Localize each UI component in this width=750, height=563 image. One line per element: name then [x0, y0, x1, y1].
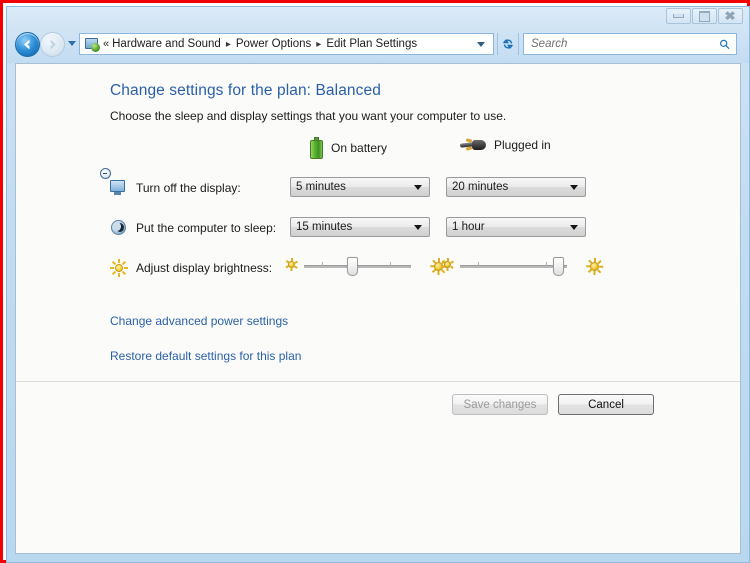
forward-arrow-icon: [50, 39, 56, 50]
maximize-icon: [699, 10, 710, 22]
computer-icon: [84, 36, 100, 52]
battery-icon: [310, 137, 323, 159]
setting-label-brightness: Adjust display brightness:: [136, 261, 273, 275]
chevron-down-icon: [414, 184, 422, 190]
close-button[interactable]: ✖: [718, 8, 743, 24]
screenshot-frame: ✖ « Hardware and Sound ▸ Power Options ▸…: [0, 0, 750, 563]
chevron-down-icon: [414, 224, 422, 230]
content-pane: Change settings for the plan: Balanced C…: [15, 63, 741, 554]
dropdown-turn-off-display-on-battery[interactable]: 5 minutes: [290, 177, 430, 197]
cancel-button[interactable]: Cancel: [558, 394, 654, 415]
explorer-window: ✖ « Hardware and Sound ▸ Power Options ▸…: [6, 6, 750, 563]
dropdown-turn-off-display-plugged-in[interactable]: 20 minutes: [446, 177, 586, 197]
dropdown-value: 5 minutes: [296, 181, 346, 193]
link-change-advanced-power-settings[interactable]: Change advanced power settings: [110, 314, 301, 328]
save-changes-button[interactable]: Save changes: [452, 394, 548, 415]
setting-label-turn-off-display: Turn off the display:: [136, 181, 241, 195]
setting-label-computer-sleep: Put the computer to sleep:: [136, 221, 277, 235]
column-header-on-battery: On battery: [310, 137, 387, 159]
back-button[interactable]: [15, 32, 40, 57]
column-header-plugged-in: Plugged in: [459, 137, 551, 153]
slider-tick: [390, 262, 391, 266]
breadcrumb-separator-icon[interactable]: ▸: [226, 39, 231, 50]
breadcrumb-item-edit-plan-settings[interactable]: Edit Plan Settings: [325, 37, 418, 51]
address-bar: « Hardware and Sound ▸ Power Options ▸ E…: [7, 29, 749, 61]
minimize-icon: [673, 14, 684, 18]
window-controls: ✖: [666, 8, 743, 24]
history-dropdown-icon[interactable]: [68, 41, 76, 46]
chevron-down-icon: [570, 184, 578, 190]
dropdown-value: 1 hour: [452, 221, 485, 233]
breadcrumb-item-power-options[interactable]: Power Options: [235, 37, 312, 51]
page-title: Change settings for the plan: Balanced: [110, 82, 381, 99]
chevron-down-icon[interactable]: [477, 41, 485, 47]
breadcrumb-item-hardware-and-sound[interactable]: Hardware and Sound: [111, 37, 222, 51]
refresh-button[interactable]: [497, 33, 519, 55]
setting-row-turn-off-display: Turn off the display: 5 minutes 20 minut…: [100, 168, 600, 212]
breadcrumb: « Hardware and Sound ▸ Power Options ▸ E…: [103, 37, 418, 51]
search-input[interactable]: Search: [528, 38, 567, 50]
settings-rows: Turn off the display: 5 minutes 20 minut…: [100, 168, 604, 292]
footer-buttons: Save changes Cancel: [452, 394, 654, 415]
close-icon: ✖: [724, 9, 737, 23]
slider-thumb[interactable]: [346, 257, 358, 276]
setting-row-computer-sleep: Put the computer to sleep: 15 minutes 1 …: [110, 212, 600, 252]
brightness-slider-on-battery[interactable]: [285, 254, 448, 280]
back-arrow-icon: [24, 39, 30, 50]
search-box[interactable]: Search ⚲: [523, 33, 737, 55]
slider-tick: [546, 262, 547, 266]
dropdown-value: 15 minutes: [296, 221, 353, 233]
refresh-icon: [503, 39, 513, 49]
page-subtitle: Choose the sleep and display settings th…: [110, 109, 507, 123]
column-header-plugged-in-label: Plugged in: [494, 138, 551, 152]
search-icon[interactable]: ⚲: [717, 34, 736, 53]
title-bar: ✖: [7, 7, 749, 29]
link-restore-default-settings[interactable]: Restore default settings for this plan: [110, 349, 301, 363]
forward-button[interactable]: [40, 32, 65, 57]
maximize-button[interactable]: [692, 8, 717, 24]
dropdown-computer-sleep-on-battery[interactable]: 15 minutes: [290, 217, 430, 237]
page-header: Change settings for the plan: Balanced C…: [110, 82, 506, 123]
setting-row-brightness: Adjust display brightness:: [110, 252, 604, 292]
address-input[interactable]: « Hardware and Sound ▸ Power Options ▸ E…: [79, 33, 494, 55]
slider-tick: [322, 262, 323, 266]
dropdown-value: 20 minutes: [452, 181, 509, 193]
slider-track[interactable]: [460, 265, 567, 268]
footer-divider: [16, 381, 740, 382]
brightness-slider-plugged-in[interactable]: [441, 254, 604, 280]
chevron-down-icon: [570, 224, 578, 230]
breadcrumb-overflow-icon[interactable]: «: [103, 38, 109, 50]
slider-tick: [478, 262, 479, 266]
dropdown-computer-sleep-plugged-in[interactable]: 1 hour: [446, 217, 586, 237]
minimize-button[interactable]: [666, 8, 691, 24]
breadcrumb-separator-icon[interactable]: ▸: [316, 39, 321, 50]
page-links: Change advanced power settings Restore d…: [110, 314, 301, 384]
power-plug-icon: [459, 137, 486, 153]
column-headers: On battery Plugged in: [110, 137, 590, 161]
slider-thumb[interactable]: [552, 257, 564, 276]
column-header-on-battery-label: On battery: [331, 141, 388, 155]
